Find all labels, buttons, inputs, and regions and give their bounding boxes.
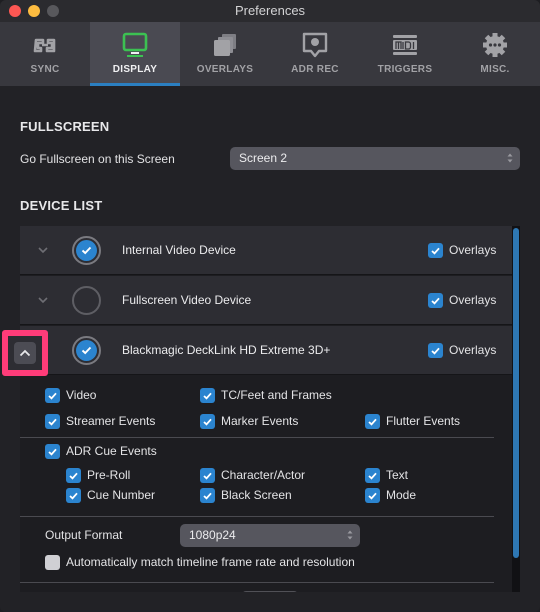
text-label: Text — [386, 468, 409, 482]
tab-triggers[interactable]: TRIGGERS — [360, 22, 450, 86]
tab-display[interactable]: DISPLAY — [90, 22, 180, 86]
device-list: Internal Video Device Overlays Fullscree… — [20, 226, 520, 592]
device-row: Fullscreen Video Device Overlays — [20, 276, 514, 325]
select-arrows-icon — [347, 530, 353, 540]
checkmark-icon — [203, 472, 212, 480]
checkmark-icon — [48, 448, 57, 456]
tab-adr-rec[interactable]: ADR REC — [270, 22, 360, 86]
checkmark-icon — [431, 247, 440, 255]
tab-overlays[interactable]: OVERLAYS — [180, 22, 270, 86]
checkmark-icon — [368, 418, 377, 426]
select-arrows-icon — [507, 153, 513, 163]
adr-record-icon — [302, 32, 328, 58]
fullscreen-section-title: FULLSCREEN — [20, 119, 110, 134]
checkmark-icon — [48, 418, 57, 426]
monitor-icon — [122, 32, 148, 57]
checkmark-icon — [431, 297, 440, 305]
device-enable-radio[interactable] — [72, 236, 101, 265]
tab-sync[interactable]: SYNC — [0, 22, 90, 86]
device-name: Blackmagic DeckLink HD Extreme 3D+ — [122, 343, 331, 357]
flutter-events-label: Flutter Events — [386, 414, 461, 428]
device-list-scrollbar[interactable] — [512, 226, 520, 592]
sync-link-icon — [33, 38, 56, 53]
marker-events-label: Marker Events — [221, 414, 299, 428]
adr-cue-events-label: ADR Cue Events — [66, 444, 157, 458]
fullscreen-screen-select[interactable]: Screen 2 — [230, 147, 520, 170]
chevron-up-icon — [19, 349, 31, 357]
checkmark-icon — [203, 492, 212, 500]
checkmark-icon — [203, 392, 212, 400]
output-format-select[interactable]: 1080p24 — [180, 524, 360, 547]
black-screen-label: Black Screen — [221, 488, 292, 502]
checkmark-icon — [81, 246, 92, 255]
tab-label: ADR REC — [291, 64, 339, 75]
scrollbar-thumb[interactable] — [513, 228, 519, 558]
checkmark-icon — [368, 492, 377, 500]
fullscreen-screen-label: Go Fullscreen on this Screen — [20, 152, 175, 166]
device-row: Blackmagic DeckLink HD Extreme 3D+ Overl… — [20, 326, 514, 375]
checkmark-icon — [431, 347, 440, 355]
chevron-down-icon[interactable] — [36, 293, 50, 307]
tab-misc[interactable]: MISC. — [450, 22, 540, 86]
device-row: Internal Video Device Overlays — [20, 226, 514, 275]
output-format-value: 1080p24 — [189, 528, 236, 542]
tab-label: TRIGGERS — [377, 64, 433, 75]
checkmark-icon — [69, 492, 78, 500]
checkmark-icon — [81, 346, 92, 355]
overlays-label: Overlays — [449, 293, 497, 307]
device-name: Internal Video Device — [122, 243, 236, 257]
tab-label: SYNC — [30, 64, 60, 75]
title-bar: Preferences — [0, 0, 540, 22]
character-actor-label: Character/Actor — [221, 468, 306, 482]
preferences-tab-bar: SYNC DISPLAY OVERLAYS ADR REC TRIGGERS M… — [0, 22, 540, 86]
options-divider — [20, 437, 494, 438]
chevron-down-icon[interactable] — [36, 243, 50, 257]
bottom-divider — [20, 582, 494, 583]
device-enable-radio[interactable] — [72, 286, 101, 315]
checkmark-icon — [48, 392, 57, 400]
fullscreen-screen-value: Screen 2 — [239, 151, 288, 165]
output-format-label: Output Format — [45, 528, 123, 542]
checkmark-icon — [69, 472, 78, 480]
expand-highlight-box — [2, 330, 48, 376]
output-divider — [20, 516, 494, 517]
midi-icon — [393, 35, 417, 55]
collapse-device-button[interactable] — [14, 342, 36, 364]
device-name: Fullscreen Video Device — [122, 293, 252, 307]
overlays-label: Overlays — [449, 343, 497, 357]
preferences-window: Preferences SYNC DISPLAY OVERLAYS ADR RE… — [0, 0, 540, 612]
cue-number-label: Cue Number — [87, 488, 156, 502]
tab-label: DISPLAY — [112, 64, 158, 75]
checkmark-icon — [368, 472, 377, 480]
overlays-label: Overlays — [449, 243, 497, 257]
checkmark-icon — [203, 418, 212, 426]
window-title: Preferences — [234, 3, 306, 18]
auto-match-label: Automatically match timeline frame rate … — [66, 555, 355, 569]
tab-label: OVERLAYS — [196, 64, 254, 75]
device-enable-radio[interactable] — [72, 336, 101, 365]
display-preferences-panel: FULLSCREEN Go Fullscreen on this Screen … — [0, 86, 540, 612]
tab-label: MISC. — [480, 64, 510, 75]
video-label: Video — [66, 388, 97, 402]
mode-label: Mode — [386, 488, 417, 502]
device-list-section-title: DEVICE LIST — [20, 198, 103, 213]
streamer-events-label: Streamer Events — [66, 414, 156, 428]
partially-visible-button[interactable] — [242, 591, 298, 592]
overlays-stack-icon — [214, 34, 236, 56]
pre-roll-label: Pre-Roll — [87, 468, 131, 482]
gear-icon — [483, 33, 507, 57]
tc-feet-frames-label: TC/Feet and Frames — [221, 388, 332, 402]
